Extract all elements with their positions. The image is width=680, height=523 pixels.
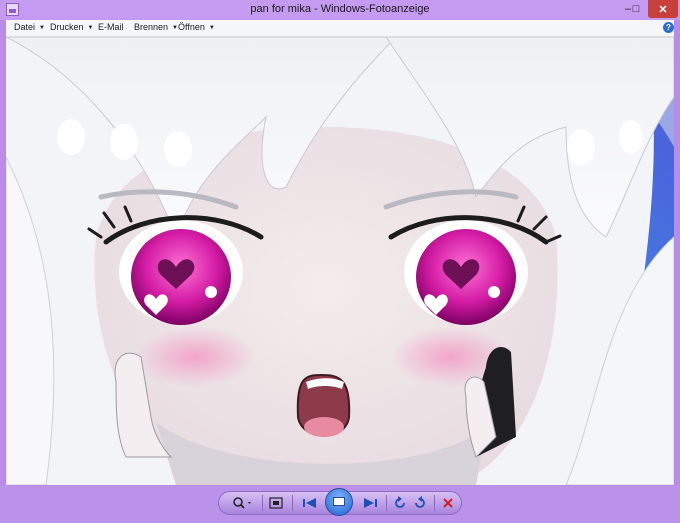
menu-brennen[interactable]: Brennen ▼ (134, 22, 178, 32)
menu-drucken[interactable]: Drucken ▼ (50, 22, 93, 32)
help-icon[interactable]: ? (663, 22, 674, 33)
next-icon[interactable] (360, 496, 380, 510)
close-button[interactable]: ✕ (648, 0, 678, 18)
maximize-button[interactable]: □ (624, 0, 648, 18)
chevron-down-icon: ▼ (39, 25, 45, 31)
toolbar-separator (262, 495, 263, 511)
toolbar-separator (386, 495, 387, 511)
title-bar[interactable]: pan for mika - Windows-Fotoanzeige – □ ✕ (0, 0, 680, 20)
window-title: pan for mika - Windows-Fotoanzeige (250, 3, 430, 15)
menu-brennen-label: Brennen (134, 22, 169, 32)
image-viewport[interactable] (6, 37, 674, 485)
menu-oeffnen[interactable]: Öffnen ▼ (178, 22, 215, 32)
menu-datei-label: Datei (14, 22, 36, 32)
chevron-down-icon: ▼ (87, 25, 94, 31)
menu-datei[interactable]: Datei ▼ (14, 22, 45, 32)
toolbar-separator (434, 495, 435, 511)
menu-bar: Datei ▼ Drucken ▼ E-Mail Brennen ▼ Öffnen ▼ … (6, 20, 674, 37)
menu-email[interactable]: E-Mail (98, 22, 124, 32)
delete-icon[interactable] (440, 496, 456, 510)
fit-window-icon[interactable] (268, 496, 284, 510)
rotate-clockwise-icon[interactable] (412, 496, 428, 510)
photo-viewer-window: pan for mika - Windows-Fotoanzeige – □ ✕… (0, 0, 680, 523)
previous-icon[interactable] (300, 496, 320, 510)
anime-portrait-image (6, 37, 674, 485)
menu-oeffnen-label: Öffnen (178, 22, 205, 32)
menu-drucken-label: Drucken (50, 22, 84, 32)
chevron-down-icon: ▼ (208, 25, 215, 31)
rotate-counterclockwise-icon[interactable] (392, 496, 408, 510)
zoom-icon[interactable] (232, 496, 254, 510)
menu-email-label: E-Mail (98, 22, 124, 32)
toolbar-separator (292, 495, 293, 511)
slideshow-screen (333, 497, 345, 506)
slideshow-icon[interactable] (325, 488, 353, 516)
